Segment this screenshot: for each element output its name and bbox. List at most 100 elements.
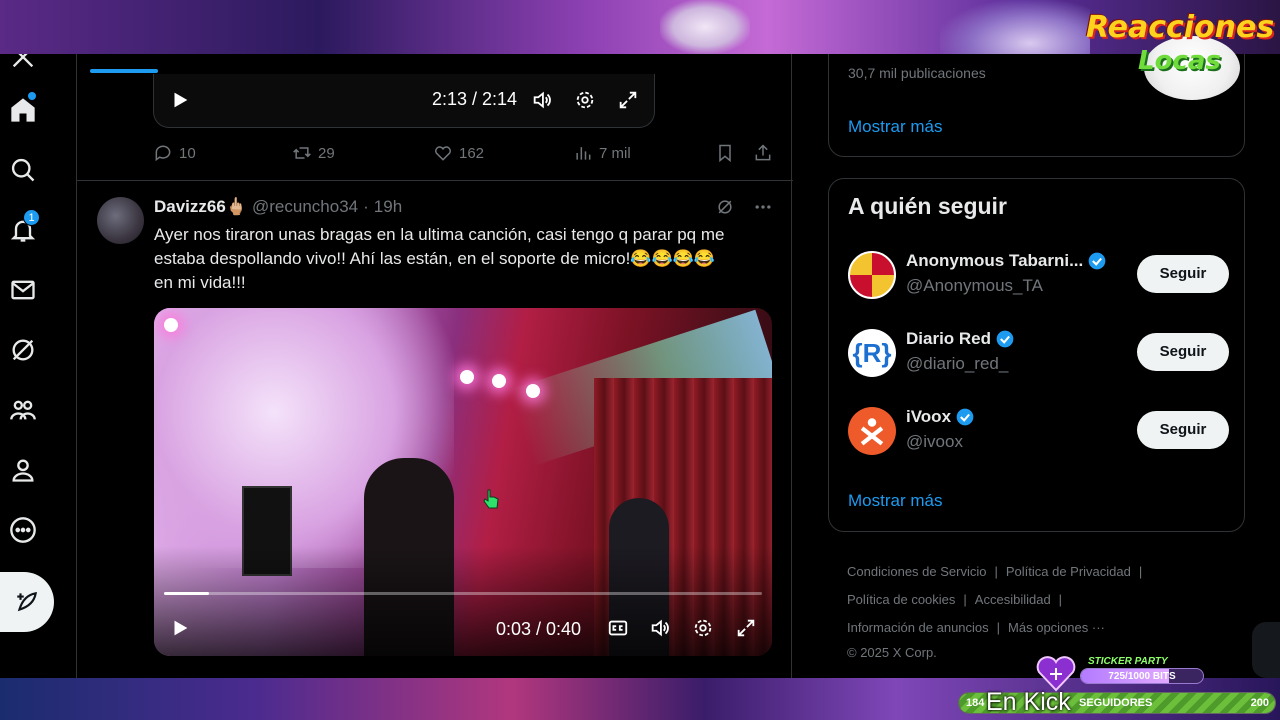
video-progress-bar[interactable]	[164, 592, 762, 595]
video-frame-light	[460, 370, 474, 384]
profile-icon[interactable]	[8, 455, 38, 485]
overlay-planet-art	[940, 0, 1090, 54]
post-text-line: Ayer nos tiraron unas bragas en la ultim…	[154, 225, 725, 244]
author-handle[interactable]: @recuncho34	[252, 197, 358, 217]
sticker-progress-bar: 725/1000 BITS	[1080, 668, 1204, 684]
suggestion-name[interactable]: Diario Red	[906, 329, 1015, 349]
suggestion-name[interactable]: iVoox	[906, 407, 975, 427]
bookmark-icon	[719, 144, 731, 163]
sticker-label: STICKER PARTY	[1088, 656, 1168, 667]
compose-post-button[interactable]	[0, 572, 54, 632]
share-button[interactable]	[753, 143, 773, 163]
repost-count: 29	[318, 144, 335, 162]
kick-caption: En Kick	[986, 688, 1071, 716]
settings-icon[interactable]	[691, 616, 715, 640]
home-icon[interactable]	[8, 92, 38, 125]
privacy-link[interactable]: Política de Privacidad	[1006, 564, 1131, 579]
sticker-party-widget: STICKER PARTY 725/1000 BITS	[1036, 656, 1206, 692]
verified-badge-icon	[1088, 252, 1106, 270]
suggestion-name-text: Anonymous Tabarni...	[906, 251, 1084, 270]
avatar[interactable]: {R}	[848, 329, 896, 377]
post-text: Ayer nos tiraron unas bragas en la ultim…	[154, 223, 774, 295]
reply-button[interactable]: 10	[153, 143, 196, 163]
captions-icon[interactable]	[606, 616, 630, 640]
who-to-follow-title: A quién seguir	[848, 193, 1007, 219]
x-logo-icon[interactable]	[8, 54, 38, 72]
post-video[interactable]: 0:03 / 0:40	[154, 308, 772, 656]
video-time: 0:03 / 0:40	[496, 619, 582, 639]
verified-badge-icon	[956, 408, 974, 426]
repost-icon	[293, 147, 311, 159]
video-frame-light	[164, 318, 178, 332]
share-icon	[755, 144, 771, 161]
grok-icon[interactable]	[8, 335, 38, 365]
followers-max: 200	[1250, 697, 1269, 709]
suggestion-name-text: Diario Red	[906, 329, 992, 348]
notifications-badge: 1	[23, 209, 40, 226]
suggestion-handle: @diario_red_	[906, 354, 1009, 373]
follow-suggestion[interactable]: Anonymous Tabarni... @Anonymous_TA Segui…	[848, 251, 1229, 303]
author-name[interactable]: Davizz66🖕🏼	[154, 197, 247, 217]
follow-suggestion[interactable]: iVoox @ivoox Seguir	[848, 407, 1229, 459]
terms-link[interactable]: Condiciones de Servicio	[847, 564, 986, 579]
play-icon[interactable]	[168, 88, 192, 112]
reply-icon	[155, 145, 171, 162]
play-icon[interactable]	[168, 616, 192, 640]
show-more-link[interactable]: Mostrar más	[848, 491, 942, 511]
timeline-feed: 2:13 / 2:14 10 29 162 7 mil Davizz66🖕🏼 @…	[76, 54, 793, 678]
suggestion-handle: @ivoox	[906, 432, 963, 451]
suggestion-name[interactable]: Anonymous Tabarni...	[906, 251, 1107, 271]
post-time[interactable]: 19h	[374, 197, 402, 217]
post-text-line: estaba despollando vivo!! Ahí las están,…	[154, 249, 715, 268]
overlay-cloud-art	[660, 0, 750, 54]
like-button[interactable]: 162	[433, 143, 484, 163]
header-separator: ·	[363, 197, 369, 216]
show-more-link[interactable]: Mostrar más	[848, 117, 942, 137]
repost-button[interactable]: 29	[292, 143, 335, 163]
views-count: 7 mil	[599, 144, 631, 162]
logo-text: Locas	[1138, 46, 1221, 76]
followers-label: SEGUIDORES	[1079, 697, 1153, 709]
heart-icon	[435, 146, 451, 161]
follow-button[interactable]: Seguir	[1137, 255, 1229, 293]
more-options-link[interactable]: Más opciones ···	[1008, 620, 1105, 635]
cookies-link[interactable]: Política de cookies	[847, 592, 955, 607]
suggestion-name-text: iVoox	[906, 407, 952, 426]
suggestion-handle: @Anonymous_TA	[906, 276, 1043, 295]
follow-button[interactable]: Seguir	[1137, 411, 1229, 449]
volume-icon[interactable]	[530, 88, 554, 112]
ads-info-link[interactable]: Información de anuncios	[847, 620, 989, 635]
avatar[interactable]	[97, 197, 144, 244]
mail-icon[interactable]	[8, 275, 38, 305]
post-header: Davizz66🖕🏼 @recuncho34 · 19h	[154, 197, 402, 217]
left-nav: 1	[0, 54, 76, 678]
more-icon[interactable]	[8, 515, 38, 545]
avatar[interactable]	[848, 251, 896, 299]
post-tools	[715, 197, 773, 217]
grok-float-button[interactable]	[1252, 622, 1280, 678]
communities-icon[interactable]	[8, 395, 38, 425]
volume-icon[interactable]	[648, 616, 672, 640]
sidebar-footer: Condiciones de Servicio | Política de Priv…	[847, 564, 1143, 660]
bookmark-button[interactable]	[715, 143, 735, 163]
home-unread-dot	[28, 92, 36, 100]
previous-post-actions: 10 29 162 7 mil	[153, 143, 773, 167]
views-button[interactable]: 7 mil	[573, 143, 631, 163]
previous-post-video[interactable]: 2:13 / 2:14	[153, 74, 655, 128]
more-options-icon[interactable]	[753, 197, 773, 217]
post[interactable]: Davizz66🖕🏼 @recuncho34 · 19h Ayer nos ti…	[77, 181, 793, 678]
video-progress-fill	[164, 592, 209, 595]
grok-icon[interactable]	[715, 197, 735, 217]
settings-icon[interactable]	[573, 88, 597, 112]
trend-post-count: 30,7 mil publicaciones	[848, 65, 986, 81]
ivoox-logo-icon	[860, 418, 884, 446]
bell-icon[interactable]: 1	[8, 209, 40, 245]
fullscreen-icon[interactable]	[616, 88, 640, 112]
search-icon[interactable]	[8, 155, 38, 185]
follow-suggestion[interactable]: {R} Diario Red @diario_red_ Seguir	[848, 329, 1229, 381]
avatar[interactable]	[848, 407, 896, 455]
fullscreen-icon[interactable]	[734, 616, 758, 640]
follow-button[interactable]: Seguir	[1137, 333, 1229, 371]
accessibility-link[interactable]: Accesibilidad	[975, 592, 1051, 607]
sticker-progress-text: 725/1000 BITS	[1108, 671, 1176, 682]
